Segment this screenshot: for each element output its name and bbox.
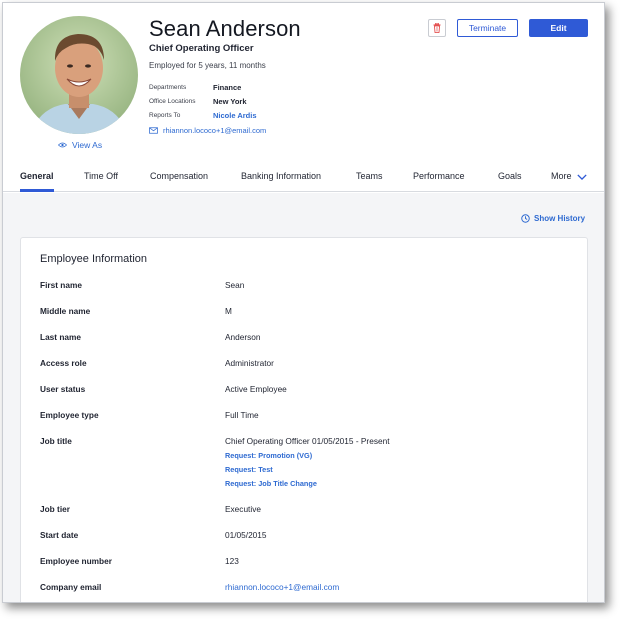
employment-duration: Employed for 5 years, 11 months bbox=[149, 61, 266, 70]
tab-banking-information[interactable]: Banking Information bbox=[241, 171, 321, 181]
fact-office-locations: Office Locations New York bbox=[149, 94, 256, 108]
row-value: Executive bbox=[225, 504, 261, 514]
employee-job-title: Chief Operating Officer bbox=[149, 43, 254, 54]
tab-compensation[interactable]: Compensation bbox=[150, 171, 208, 181]
email-link[interactable]: rhiannon.lococo+1@email.com bbox=[149, 126, 266, 135]
show-history-link[interactable]: Show History bbox=[521, 214, 585, 223]
row-value: Sean bbox=[225, 280, 245, 290]
view-as-label: View As bbox=[72, 140, 103, 150]
eye-icon bbox=[58, 142, 67, 148]
email-text: rhiannon.lococo+1@email.com bbox=[163, 126, 267, 135]
row-value: Administrator bbox=[225, 358, 274, 368]
history-icon bbox=[521, 214, 530, 223]
row-label: Job title bbox=[40, 436, 72, 446]
edit-button[interactable]: Edit bbox=[529, 19, 588, 37]
profile-tabs: General Time Off Compensation Banking In… bbox=[3, 161, 604, 192]
active-tab-indicator bbox=[20, 189, 54, 192]
fact-departments: Departments Finance bbox=[149, 80, 256, 94]
job-title-value: Chief Operating Officer 01/05/2015 - Pre… bbox=[225, 436, 390, 446]
row-label: Employee number bbox=[40, 556, 112, 566]
profile-facts: Departments Finance Office Locations New… bbox=[149, 80, 256, 122]
row-value: 123 bbox=[225, 556, 239, 566]
fact-reports-to: Reports To Nicole Ardis bbox=[149, 108, 256, 122]
employee-name: Sean Anderson bbox=[149, 16, 301, 41]
avatar-photo bbox=[20, 16, 138, 134]
card-title: Employee Information bbox=[40, 253, 147, 265]
row-value: 01/05/2015 bbox=[225, 530, 267, 540]
manager-link[interactable]: Nicole Ardis bbox=[213, 111, 256, 120]
tab-more-label: More bbox=[551, 171, 572, 181]
row-label: User status bbox=[40, 384, 86, 394]
tab-performance[interactable]: Performance bbox=[413, 171, 465, 181]
row-label: Job tier bbox=[40, 504, 70, 514]
row-value: Anderson bbox=[225, 332, 261, 342]
request-link-promotion[interactable]: Request: Promotion (VG) bbox=[225, 451, 575, 460]
chevron-down-icon bbox=[576, 174, 587, 180]
employee-profile-window: View As Sean Anderson Chief Operating Of… bbox=[2, 2, 605, 603]
delete-button[interactable] bbox=[428, 19, 446, 37]
tab-goals[interactable]: Goals bbox=[498, 171, 522, 181]
tab-general[interactable]: General bbox=[20, 171, 54, 181]
employee-information-card: Employee Information First name Sean Mid… bbox=[20, 237, 588, 602]
mail-icon bbox=[149, 127, 158, 134]
avatar bbox=[20, 16, 138, 134]
fact-key: Departments bbox=[149, 83, 187, 91]
view-as-link[interactable]: View As bbox=[58, 140, 102, 150]
show-history-label: Show History bbox=[534, 214, 586, 223]
row-label: First name bbox=[40, 280, 82, 290]
row-value: Full Time bbox=[225, 410, 259, 420]
row-label: Company email bbox=[40, 582, 102, 592]
fact-key: Reports To bbox=[149, 111, 181, 119]
terminate-button[interactable]: Terminate bbox=[457, 19, 518, 37]
tab-teams[interactable]: Teams bbox=[356, 171, 383, 181]
trash-icon bbox=[433, 23, 441, 33]
row-value: Active Employee bbox=[225, 384, 287, 394]
row-value: Chief Operating Officer 01/05/2015 - Pre… bbox=[225, 436, 575, 488]
tab-time-off[interactable]: Time Off bbox=[84, 171, 118, 181]
fact-key: Office Locations bbox=[149, 97, 196, 105]
row-label: Last name bbox=[40, 332, 82, 342]
main-content: Show History Employee Information First … bbox=[3, 193, 604, 602]
fact-value: Finance bbox=[213, 82, 242, 92]
request-link-test[interactable]: Request: Test bbox=[225, 465, 575, 474]
request-link-job-title-change[interactable]: Request: Job Title Change bbox=[225, 479, 575, 488]
tab-more[interactable]: More bbox=[551, 171, 587, 181]
row-label: Access role bbox=[40, 358, 87, 368]
row-label: Start date bbox=[40, 530, 79, 540]
row-label: Middle name bbox=[40, 306, 91, 316]
fact-value: New York bbox=[213, 96, 247, 106]
company-email-link[interactable]: rhiannon.lococo+1@email.com bbox=[225, 582, 575, 592]
row-label: Employee type bbox=[40, 410, 99, 420]
row-value: M bbox=[225, 306, 232, 316]
